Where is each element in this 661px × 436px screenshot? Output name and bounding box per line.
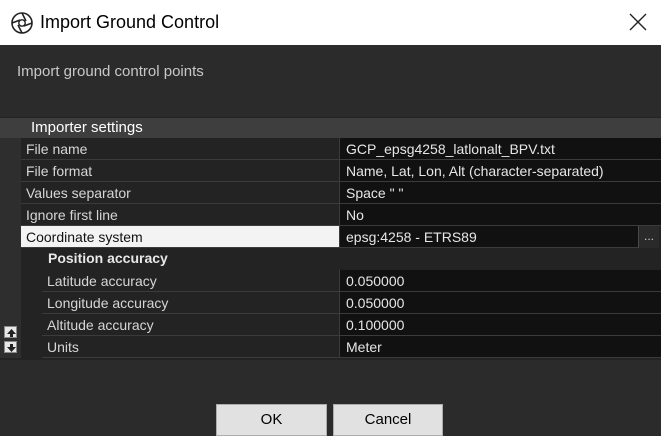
close-button[interactable] xyxy=(616,0,661,45)
property-label: Coordinate system xyxy=(21,226,341,248)
close-icon xyxy=(629,13,647,31)
position-accuracy-title: Position accuracy xyxy=(48,250,168,266)
sort-descending-icon xyxy=(7,344,16,352)
property-row-altitude-accuracy[interactable]: Altitude accuracy 0.100000 xyxy=(42,314,661,336)
property-row-longitude-accuracy[interactable]: Longitude accuracy 0.050000 xyxy=(42,292,661,314)
property-label: Values separator xyxy=(21,182,341,204)
window-title: Import Ground Control xyxy=(40,12,220,32)
importer-settings-title: Importer settings xyxy=(31,119,143,136)
browse-button[interactable]: ... xyxy=(638,226,659,248)
property-label: Units xyxy=(42,336,341,358)
property-label: File name xyxy=(21,138,341,160)
position-accuracy-header: Position accuracy xyxy=(21,248,661,270)
sort-ascending-icon xyxy=(7,329,16,337)
property-row-file-format[interactable]: File format Name, Lat, Lon, Alt (charact… xyxy=(21,160,661,182)
ignore-first-line-field[interactable]: No xyxy=(339,204,661,226)
dialog-subtitle: Import ground control points xyxy=(17,63,204,80)
importer-settings-header: Importer settings xyxy=(0,118,661,138)
property-label: Ignore first line xyxy=(21,204,341,226)
property-row-values-separator[interactable]: Values separator Space " " xyxy=(21,182,661,204)
longitude-accuracy-field[interactable]: 0.050000 xyxy=(339,292,661,314)
latitude-accuracy-field[interactable]: 0.050000 xyxy=(339,270,661,292)
property-label: Altitude accuracy xyxy=(42,314,341,336)
property-row-ignore-first-line[interactable]: Ignore first line No xyxy=(21,204,661,226)
ok-button[interactable]: OK xyxy=(216,404,327,436)
property-row-file-name[interactable]: File name GCP_epsg4258_latlonalt_BPV.txt xyxy=(21,138,661,160)
property-grid-margin xyxy=(0,138,21,358)
values-separator-field[interactable]: Space " " xyxy=(339,182,661,204)
property-label: File format xyxy=(21,160,341,182)
sort-descending-button[interactable] xyxy=(4,341,17,353)
property-row-latitude-accuracy[interactable]: Latitude accuracy 0.050000 xyxy=(42,270,661,292)
sort-ascending-button[interactable] xyxy=(4,326,17,338)
coordinate-system-field[interactable]: epsg:4258 - ETRS89 xyxy=(339,226,639,248)
title-bar: Import Ground Control xyxy=(0,0,661,45)
property-row-units[interactable]: Units Meter xyxy=(42,336,661,358)
file-name-field[interactable]: GCP_epsg4258_latlonalt_BPV.txt xyxy=(339,138,661,160)
property-label: Longitude accuracy xyxy=(42,292,341,314)
property-label: Latitude accuracy xyxy=(42,270,341,292)
file-format-field[interactable]: Name, Lat, Lon, Alt (character-separated… xyxy=(339,160,661,182)
altitude-accuracy-field[interactable]: 0.100000 xyxy=(339,314,661,336)
aperture-icon xyxy=(10,11,34,35)
property-row-coordinate-system[interactable]: Coordinate system epsg:4258 - ETRS89 ... xyxy=(21,226,661,248)
units-field[interactable]: Meter xyxy=(339,336,661,358)
cancel-button[interactable]: Cancel xyxy=(333,404,443,436)
